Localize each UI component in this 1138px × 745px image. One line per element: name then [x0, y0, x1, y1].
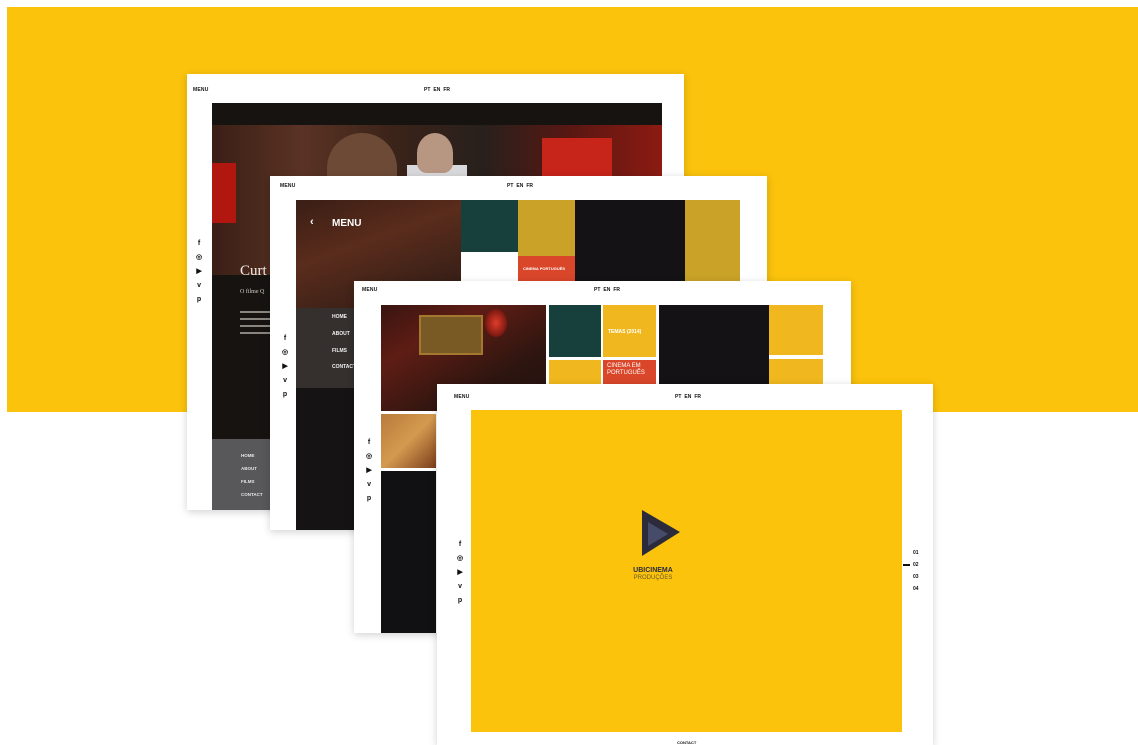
film-tile[interactable]: [381, 414, 436, 468]
lang-fr[interactable]: FR: [526, 183, 533, 189]
film-tile[interactable]: [549, 360, 601, 384]
screenshot-card-home: MENU PT EN FR f ◎ ▶ v p UBICINEMA PRODUÇÕE…: [437, 384, 933, 745]
vimeo-icon[interactable]: v: [367, 481, 371, 489]
pinterest-icon[interactable]: p: [283, 391, 287, 399]
tile-label: CINEMA EM PORTUGUÊS: [607, 363, 645, 376]
vimeo-icon[interactable]: v: [458, 583, 462, 591]
pinterest-icon[interactable]: p: [367, 495, 371, 503]
slide-pager-02[interactable]: 02: [913, 562, 919, 568]
social-links: f ◎ ▶ v p: [196, 240, 202, 304]
menu-panel-title: MENU: [332, 218, 362, 229]
slide-pager-04[interactable]: 04: [913, 586, 919, 592]
facebook-icon[interactable]: f: [459, 541, 461, 549]
footer-nav: HOME ABOUT FILMS CONTACT: [212, 439, 270, 510]
lang-en[interactable]: EN: [684, 394, 691, 400]
chevron-left-icon[interactable]: ‹: [310, 216, 314, 228]
pinterest-icon[interactable]: p: [197, 296, 201, 304]
language-switcher[interactable]: PT EN FR: [675, 394, 704, 400]
vimeo-icon[interactable]: v: [283, 377, 287, 385]
nav-films[interactable]: FILMS: [332, 348, 347, 354]
film-tile[interactable]: [461, 200, 518, 252]
facebook-icon[interactable]: f: [284, 335, 286, 343]
youtube-icon[interactable]: ▶: [196, 268, 201, 276]
film-tile[interactable]: [769, 359, 823, 385]
nav-contact[interactable]: CONTACT: [332, 364, 356, 370]
youtube-icon[interactable]: ▶: [282, 363, 287, 371]
instagram-icon[interactable]: ◎: [196, 254, 202, 262]
brand-name: UBICINEMA: [633, 567, 673, 574]
menu-button[interactable]: MENU: [454, 394, 470, 400]
language-switcher[interactable]: PT EN FR: [594, 287, 623, 293]
film-subtitle: O filme Q: [240, 289, 265, 295]
active-slide-indicator: [903, 564, 910, 566]
nav-about[interactable]: ABOUT: [332, 331, 350, 337]
nav-home[interactable]: HOME: [241, 453, 255, 458]
nav-films[interactable]: FILMS: [241, 479, 255, 484]
facebook-icon[interactable]: f: [198, 240, 200, 248]
facebook-icon[interactable]: f: [368, 439, 370, 447]
menu-button[interactable]: MENU: [362, 287, 378, 293]
instagram-icon[interactable]: ◎: [366, 453, 372, 461]
nav-home[interactable]: HOME: [332, 314, 347, 320]
film-grid: [461, 200, 740, 284]
nav-about[interactable]: ABOUT: [241, 466, 257, 471]
slide-pager-03[interactable]: 03: [913, 574, 919, 580]
lang-en[interactable]: EN: [516, 183, 523, 189]
language-switcher[interactable]: PT EN FR: [507, 183, 536, 189]
youtube-icon[interactable]: ▶: [366, 467, 371, 475]
menu-button[interactable]: MENU: [193, 87, 209, 93]
lang-fr[interactable]: FR: [694, 394, 701, 400]
language-switcher[interactable]: PT EN FR: [424, 87, 453, 93]
film-tile[interactable]: [381, 471, 436, 633]
tile-label: CINEMA PORTUGUÊS: [523, 266, 566, 271]
youtube-icon[interactable]: ▶: [457, 569, 462, 577]
menu-button[interactable]: MENU: [280, 183, 296, 189]
pinterest-icon[interactable]: p: [458, 597, 462, 605]
lang-en[interactable]: EN: [433, 87, 440, 93]
tile-label: TEMAS (2014): [608, 329, 642, 335]
lang-fr[interactable]: FR: [613, 287, 620, 293]
social-links: f ◎ ▶ v p: [457, 541, 463, 605]
lang-pt[interactable]: PT: [424, 87, 430, 93]
lang-pt[interactable]: PT: [675, 394, 681, 400]
social-links: f ◎ ▶ v p: [282, 335, 288, 399]
lang-pt[interactable]: PT: [594, 287, 600, 293]
contact-link[interactable]: CONTACT: [677, 740, 696, 745]
film-tile[interactable]: [685, 200, 740, 284]
instagram-icon[interactable]: ◎: [282, 349, 288, 357]
film-title: Curt: [240, 263, 267, 279]
nav-contact[interactable]: CONTACT: [241, 492, 263, 497]
film-tile[interactable]: [575, 200, 685, 284]
film-tile[interactable]: [659, 305, 769, 385]
brand-tagline: PRODUÇÕES: [633, 575, 673, 581]
film-tile[interactable]: [769, 305, 823, 355]
social-links: f ◎ ▶ v p: [366, 439, 372, 503]
lang-pt[interactable]: PT: [507, 183, 513, 189]
lang-fr[interactable]: FR: [443, 87, 450, 93]
film-tile[interactable]: [549, 305, 601, 357]
instagram-icon[interactable]: ◎: [457, 555, 463, 563]
slide-pager-01[interactable]: 01: [913, 550, 919, 556]
vimeo-icon[interactable]: v: [197, 282, 201, 290]
lang-en[interactable]: EN: [603, 287, 610, 293]
ubicinema-logo-icon: [642, 510, 680, 556]
